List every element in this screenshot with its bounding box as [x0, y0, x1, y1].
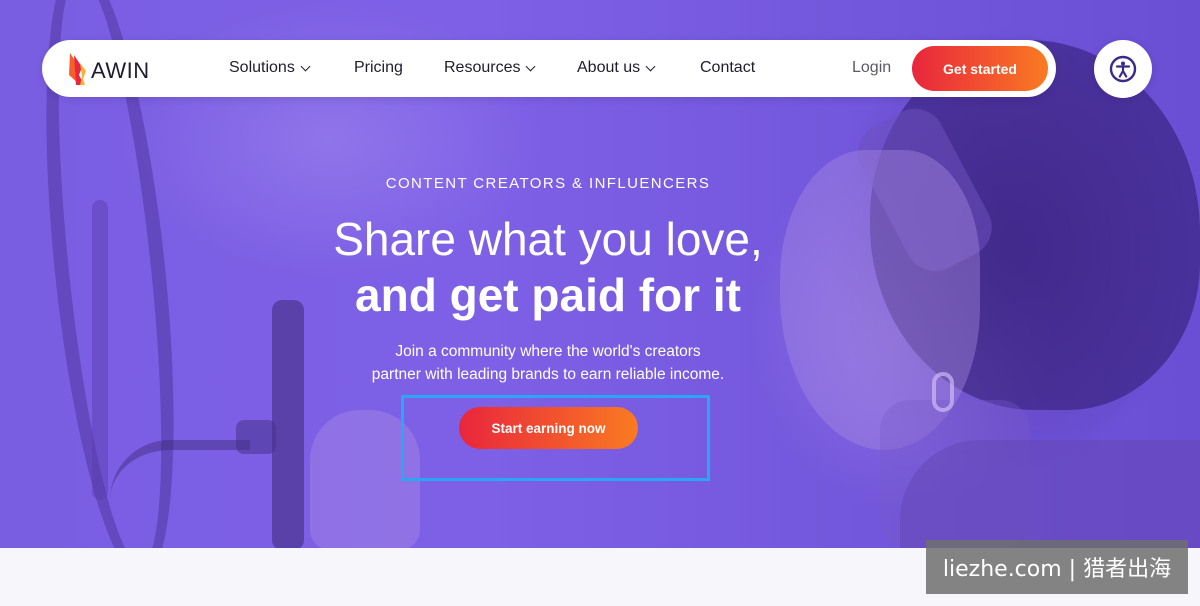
chevron-down-icon [645, 61, 656, 71]
hero-subtext-line1: Join a community where the world's creat… [395, 343, 701, 360]
nav-item-pricing[interactable]: Pricing [354, 59, 403, 77]
brand-name: AWIN [91, 58, 150, 83]
nav-item-label: About us [577, 59, 641, 76]
hero-eyebrow: CONTENT CREATORS & INFLUENCERS [385, 175, 711, 192]
start-earning-button[interactable]: Start earning now [459, 407, 638, 449]
hero-subtext: Join a community where the world's creat… [0, 340, 1096, 386]
hero-headline-line2: and get paid for it [355, 269, 741, 321]
chevron-down-icon [526, 61, 536, 71]
nav-item-label: Resources [444, 59, 521, 76]
watermark: liezhe.com | 猎者出海 [926, 540, 1188, 594]
login-link[interactable]: Login [852, 59, 891, 77]
phone-arm-decoration [110, 440, 250, 548]
chevron-down-icon [300, 61, 311, 71]
awin-logo[interactable]: AWIN [66, 49, 166, 89]
nav-item-contact[interactable]: Contact [700, 59, 755, 77]
nav-item-solutions[interactable]: Solutions [229, 59, 311, 77]
nav-item-label: Solutions [229, 59, 295, 76]
flame-logo-icon [69, 53, 86, 85]
accessibility-icon [1109, 55, 1137, 83]
nav-item-resources[interactable]: Resources [444, 59, 536, 77]
nav-item-about-us[interactable]: About us [577, 59, 656, 77]
hero-subtext-line2: partner with leading brands to earn reli… [371, 366, 725, 383]
nav-item-label: Pricing [354, 59, 403, 76]
nav-item-label: Contact [700, 59, 756, 76]
get-started-button[interactable]: Get started [912, 46, 1048, 91]
shoulder-decoration [900, 440, 1200, 548]
hero-section: AWIN Solutions Pricing Resources About u… [0, 0, 1200, 548]
hero-headline-line1: Share what you love, [333, 213, 763, 265]
top-navbar: AWIN Solutions Pricing Resources About u… [42, 40, 1056, 97]
phone-clamp-decoration [236, 420, 276, 454]
phone-decoration [272, 300, 304, 548]
accessibility-button[interactable] [1094, 40, 1152, 98]
